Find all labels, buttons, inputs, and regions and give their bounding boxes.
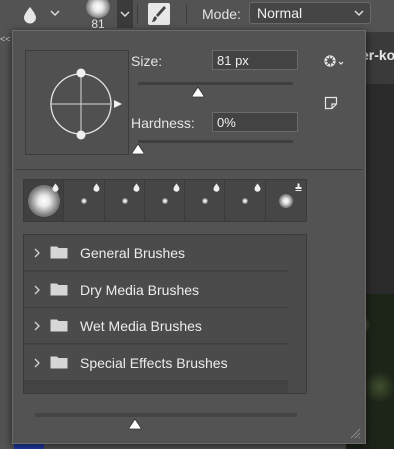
stamp-icon (295, 183, 302, 191)
hardness-label: Hardness: (131, 115, 195, 131)
brush-tip-preview (86, 0, 110, 18)
brush-tip-preview (278, 194, 293, 208)
recent-brush[interactable] (105, 180, 145, 221)
brush-groups-list: General Brushes Dry Media Brushes Wet Medi… (23, 234, 307, 394)
toolbar-rail: << (0, 30, 12, 449)
water-drop-icon (173, 183, 180, 192)
preview-size-slider-thumb[interactable] (128, 418, 142, 430)
chevron-down-icon (120, 11, 130, 18)
options-bar: 81 Mode: Normal (0, 0, 394, 31)
chevron-right-icon[interactable] (34, 285, 40, 295)
recent-brush[interactable] (145, 180, 186, 221)
size-slider-track[interactable] (138, 82, 293, 85)
size-input[interactable]: 81 px (212, 50, 298, 70)
size-slider-thumb[interactable] (191, 86, 205, 98)
mode-select[interactable]: Normal (249, 2, 371, 24)
chevron-down-icon (354, 10, 364, 17)
brush-settings-icon[interactable] (148, 3, 170, 25)
water-drop-icon[interactable] (22, 6, 38, 24)
brush-group-label: Wet Media Brushes (80, 318, 202, 334)
tool-preset-chevron-down-icon[interactable] (50, 9, 60, 17)
recent-brush[interactable] (185, 180, 226, 221)
mode-value: Normal (257, 5, 303, 21)
angle-roundness-diagram (50, 68, 122, 140)
divider (186, 4, 187, 24)
recent-brush[interactable] (225, 180, 266, 221)
hardness-input[interactable]: 0% (212, 112, 298, 132)
resize-grip-icon[interactable] (349, 427, 361, 439)
folder-icon (50, 319, 68, 332)
folder-icon (50, 246, 68, 259)
new-preset-icon[interactable] (324, 96, 338, 110)
hardness-slider-thumb[interactable] (131, 143, 145, 155)
brush-tip-preview (242, 198, 249, 204)
folder-icon (50, 283, 68, 295)
chevron-right-icon[interactable] (34, 248, 40, 258)
brush-group-label: Special Effects Brushes (80, 354, 228, 371)
brush-group-label: General Brushes (80, 245, 186, 261)
brush-group-folder[interactable]: Wet Media Brushes (24, 308, 288, 344)
list-scrollbar[interactable] (288, 235, 306, 393)
preview-size-slider-track[interactable] (35, 413, 297, 417)
brush-group-label: Dry Media Brushes (80, 281, 200, 298)
water-drop-icon (213, 183, 220, 192)
recent-brush[interactable] (266, 180, 306, 221)
brush-group-folder[interactable]: Special Effects Brushes (24, 344, 288, 381)
brush-group-folder[interactable]: Dry Media Brushes (24, 271, 288, 308)
water-drop-icon (52, 183, 59, 192)
chevron-right-icon[interactable] (34, 358, 40, 368)
recent-brushes-row (23, 179, 307, 222)
section-divider (15, 169, 363, 170)
brush-preset-picker-button[interactable]: 81 (78, 0, 118, 31)
folder-icon (50, 356, 68, 368)
collapse-panel-glyph[interactable]: << (0, 34, 11, 44)
brush-tip-preview (161, 198, 168, 204)
recent-brush[interactable] (24, 180, 65, 221)
brush-angle-roundness-control[interactable] (25, 50, 129, 155)
water-drop-icon (93, 183, 100, 192)
brush-preset-picker: Size: 81 px Hardness: 0% General Brushes… (12, 30, 366, 444)
divider (137, 4, 138, 24)
water-drop-icon (133, 183, 140, 192)
brush-tip-preview (202, 198, 209, 204)
water-drop-icon (254, 183, 261, 192)
brush-picker-toggle[interactable] (117, 0, 133, 28)
brush-tip-preview (121, 198, 128, 204)
mode-label: Mode: (202, 6, 241, 22)
brush-size-number: 81 (91, 17, 105, 31)
size-label: Size: (131, 53, 163, 69)
recent-brush[interactable] (64, 180, 105, 221)
chevron-right-icon[interactable] (34, 321, 40, 331)
brush-group-folder[interactable]: General Brushes (24, 235, 288, 271)
brush-tip-preview (81, 198, 88, 204)
gear-icon[interactable] (323, 53, 345, 69)
hardness-slider-track[interactable] (138, 140, 293, 143)
